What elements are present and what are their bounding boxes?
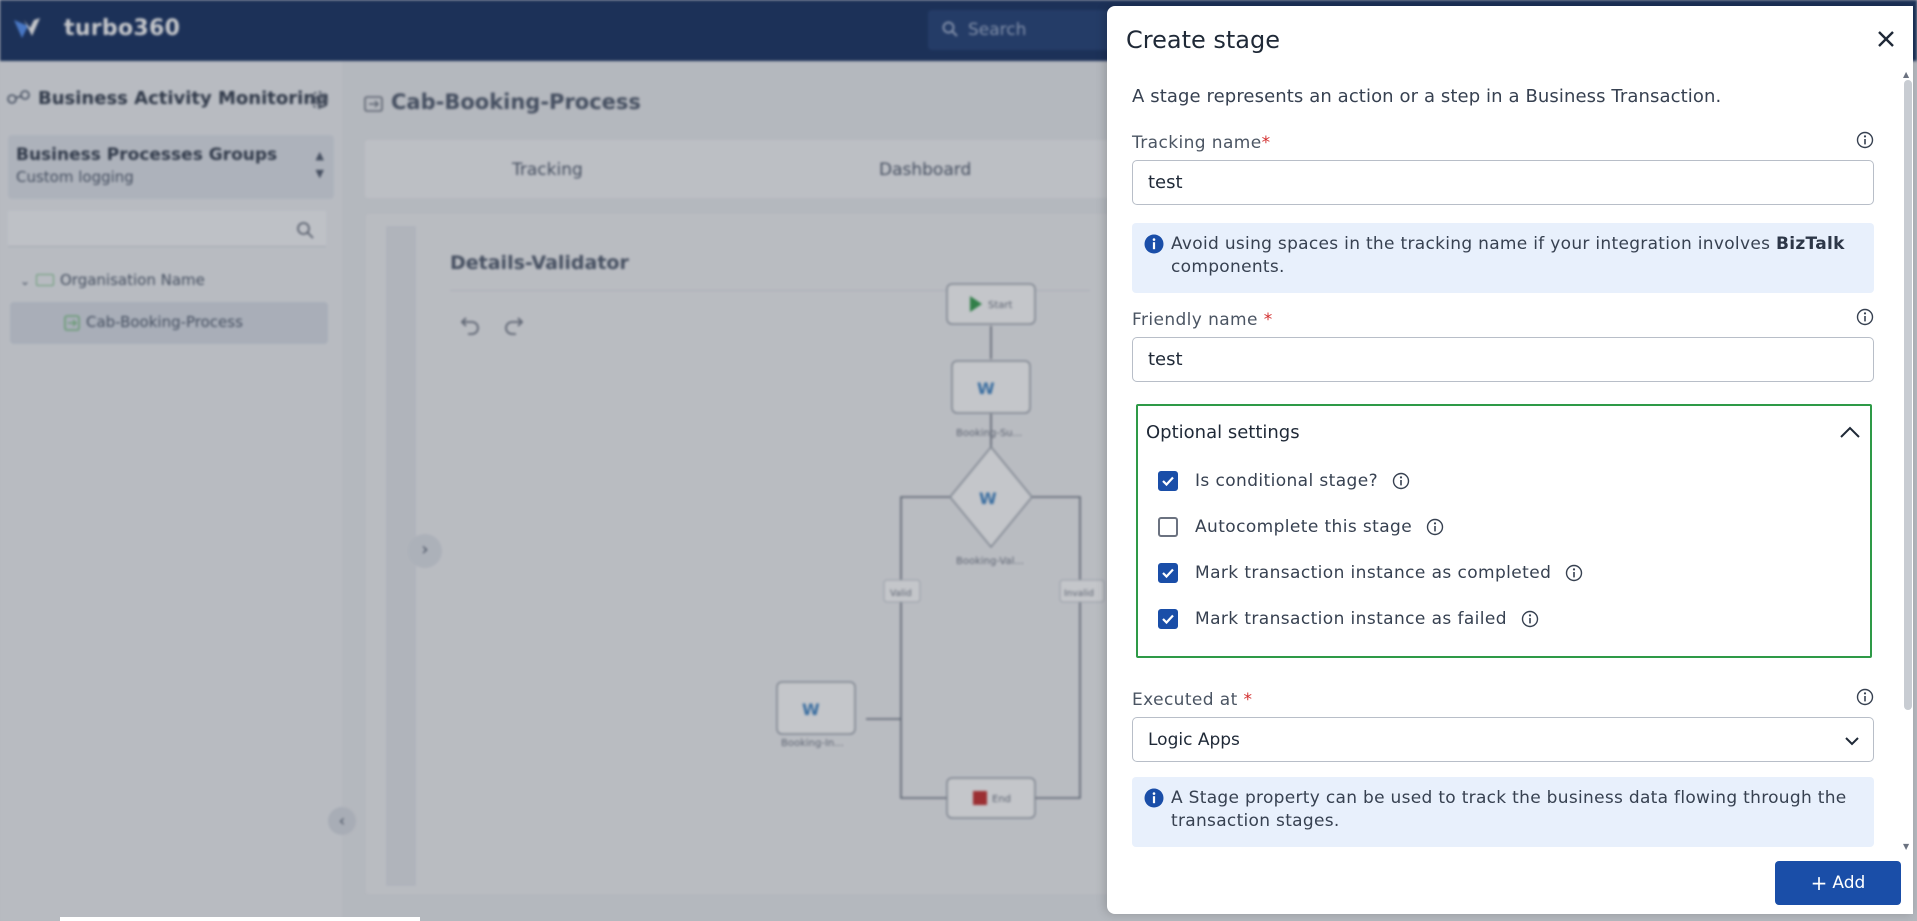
check-icon <box>1162 568 1174 579</box>
checkbox-conditional-stage[interactable] <box>1158 471 1178 491</box>
friendly-name-label: Friendly name * <box>1132 310 1273 330</box>
chevron-up-icon[interactable] <box>1838 422 1862 442</box>
option-conditional-stage[interactable]: Is conditional stage? <box>1158 468 1410 494</box>
add-button-label: Add <box>1832 873 1866 893</box>
stage-property-note: A Stage property can be used to track th… <box>1132 777 1874 847</box>
option-label: Mark transaction instance as completed <box>1195 563 1552 583</box>
checkbox-mark-completed[interactable] <box>1158 563 1178 583</box>
executed-at-select[interactable]: Logic Apps <box>1132 717 1874 762</box>
info-icon[interactable] <box>1856 131 1874 149</box>
info-icon[interactable] <box>1856 688 1874 706</box>
option-autocomplete-stage[interactable]: Autocomplete this stage <box>1158 514 1444 540</box>
create-stage-panel: Create stage A stage represents an actio… <box>1107 6 1913 914</box>
info-icon[interactable] <box>1521 610 1539 628</box>
bottom-edge <box>60 917 420 921</box>
check-icon <box>1162 614 1174 625</box>
info-icon[interactable] <box>1856 308 1874 326</box>
chevron-down-icon <box>1845 737 1859 746</box>
scroll-down-icon[interactable]: ▼ <box>1903 842 1909 851</box>
checkbox-mark-failed[interactable] <box>1158 609 1178 629</box>
tracking-name-input[interactable] <box>1132 160 1874 205</box>
add-button[interactable]: + Add <box>1775 861 1901 905</box>
info-icon[interactable] <box>1565 564 1583 582</box>
panel-scrollbar[interactable] <box>1904 80 1912 710</box>
checkbox-autocomplete-stage[interactable] <box>1158 517 1178 537</box>
optional-settings-title: Optional settings <box>1146 422 1300 443</box>
info-filled-icon <box>1144 234 1164 254</box>
note-text: A Stage property can be used to track th… <box>1171 788 1847 831</box>
tracking-name-note: Avoid using spaces in the tracking name … <box>1132 223 1874 293</box>
info-filled-icon <box>1144 788 1164 808</box>
plus-icon: + <box>1810 871 1828 895</box>
friendly-name-input[interactable] <box>1132 337 1874 382</box>
note-text: Avoid using spaces in the tracking name … <box>1171 234 1845 277</box>
note-bold-text: BizTalk <box>1775 234 1845 254</box>
check-icon <box>1162 476 1174 487</box>
close-icon[interactable] <box>1871 24 1901 54</box>
executed-at-value: Logic Apps <box>1148 730 1240 750</box>
required-mark: * <box>1261 133 1271 153</box>
optional-settings-section: Optional settings Is conditional stage? … <box>1136 404 1872 658</box>
option-mark-failed[interactable]: Mark transaction instance as failed <box>1158 606 1539 632</box>
scroll-up-icon[interactable]: ▲ <box>1903 70 1909 79</box>
panel-title: Create stage <box>1126 26 1280 54</box>
tracking-name-label: Tracking name* <box>1132 133 1271 153</box>
required-mark: * <box>1263 310 1273 330</box>
option-mark-completed[interactable]: Mark transaction instance as completed <box>1158 560 1583 586</box>
required-mark: * <box>1243 690 1253 710</box>
option-label: Mark transaction instance as failed <box>1195 609 1507 629</box>
option-label: Autocomplete this stage <box>1195 517 1413 537</box>
info-icon[interactable] <box>1426 518 1444 536</box>
executed-at-label: Executed at * <box>1132 690 1253 710</box>
info-icon[interactable] <box>1392 472 1410 490</box>
panel-description: A stage represents an action or a step i… <box>1132 86 1722 107</box>
option-label: Is conditional stage? <box>1195 471 1379 491</box>
